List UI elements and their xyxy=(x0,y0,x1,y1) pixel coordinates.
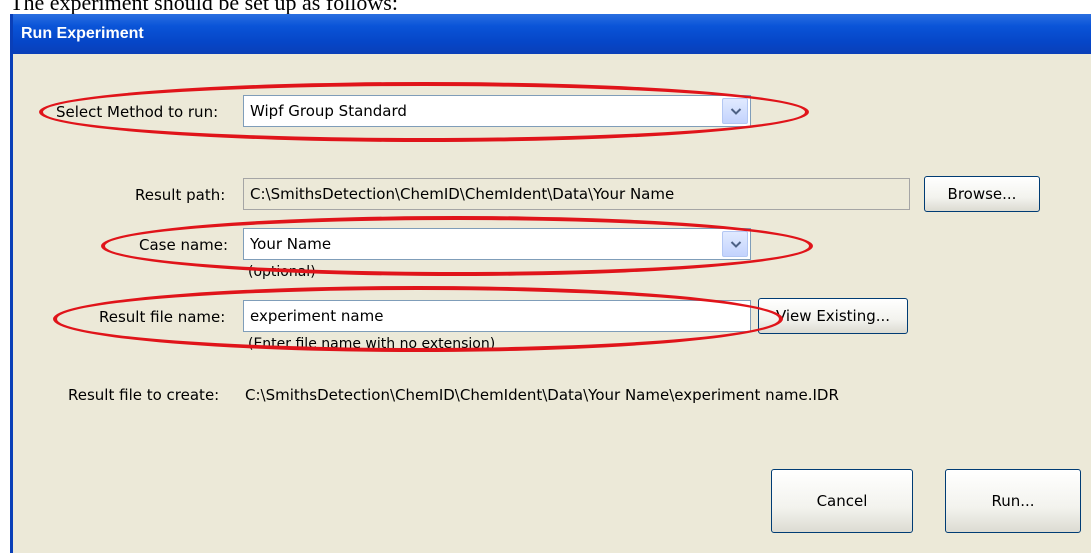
result-file-hint: (Enter file name with no extension) xyxy=(248,336,496,352)
view-existing-button[interactable]: View Existing... xyxy=(758,298,908,334)
method-dropdown-button[interactable] xyxy=(722,98,748,124)
browse-button-label: Browse... xyxy=(947,185,1017,203)
result-file-input[interactable] xyxy=(244,301,750,331)
result-to-create-value: C:\SmithsDetection\ChemID\ChemIdent\Data… xyxy=(245,386,839,404)
case-name-label: Case name: xyxy=(139,236,229,254)
run-experiment-dialog: Run Experiment Select Method to run: Wip… xyxy=(10,14,1091,553)
result-path-value: C:\SmithsDetection\ChemID\ChemIdent\Data… xyxy=(250,185,675,203)
case-name-hint: (optional) xyxy=(248,264,316,280)
run-button[interactable]: Run... xyxy=(945,469,1081,533)
method-select[interactable]: Wipf Group Standard xyxy=(243,95,751,127)
case-name-select[interactable]: Your Name xyxy=(243,228,751,260)
window-title: Run Experiment xyxy=(21,25,144,42)
run-button-label: Run... xyxy=(991,492,1035,510)
method-label: Select Method to run: xyxy=(56,103,219,121)
chevron-down-icon xyxy=(730,241,742,248)
result-to-create-label: Result file to create: xyxy=(68,386,220,404)
view-existing-button-label: View Existing... xyxy=(775,307,891,325)
case-name-value: Your Name xyxy=(250,235,332,253)
case-name-dropdown-button[interactable] xyxy=(722,231,748,257)
result-file-input-box[interactable] xyxy=(243,300,751,332)
result-path-label: Result path: xyxy=(135,186,226,204)
cancel-button[interactable]: Cancel xyxy=(771,469,913,533)
browse-button[interactable]: Browse... xyxy=(924,176,1040,212)
dialog-body: Select Method to run: Wipf Group Standar… xyxy=(13,54,1091,553)
cancel-button-label: Cancel xyxy=(816,492,868,510)
chevron-down-icon xyxy=(730,108,742,115)
result-path-field: C:\SmithsDetection\ChemID\ChemIdent\Data… xyxy=(243,178,910,210)
title-bar[interactable]: Run Experiment xyxy=(13,14,1091,54)
method-value: Wipf Group Standard xyxy=(250,102,407,120)
result-file-label: Result file name: xyxy=(99,308,226,326)
